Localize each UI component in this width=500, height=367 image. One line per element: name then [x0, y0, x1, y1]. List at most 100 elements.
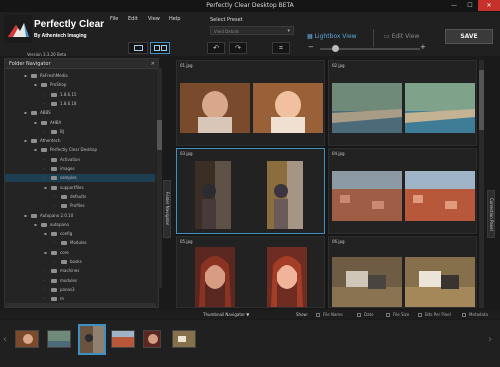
folder-label: autopano — [50, 221, 69, 227]
folder-tree-item[interactable]: · panos3 — [5, 286, 155, 294]
menu-view[interactable]: View — [148, 16, 160, 22]
folder-tree-item[interactable]: ▪ Athentech — [5, 137, 155, 145]
expand-icon[interactable]: · — [54, 202, 55, 210]
collapse-icon[interactable]: ▪ — [24, 212, 27, 220]
collapse-icon[interactable]: ▪ — [34, 146, 37, 154]
folder-tree-item[interactable]: · Modules — [5, 239, 155, 247]
expand-icon[interactable]: · — [44, 91, 45, 99]
strip-thumbnail[interactable] — [15, 330, 39, 348]
folder-tree-item[interactable]: ▪ ReFreshMedia — [5, 72, 155, 80]
folder-tree-item[interactable]: · 1.8.6.18 — [5, 100, 155, 108]
redo-button[interactable]: ↷ — [229, 42, 247, 54]
grid-cell[interactable]: 03.jpg — [176, 148, 325, 234]
expand-icon[interactable]: · — [44, 100, 45, 108]
close-icon[interactable]: ✕ — [151, 59, 155, 69]
folder-scrollbar[interactable] — [157, 68, 162, 288]
expand-icon[interactable]: · — [44, 156, 45, 164]
minimize-button[interactable]: — — [446, 0, 462, 11]
expand-icon[interactable]: · — [44, 286, 45, 294]
folder-tree-item[interactable]: ▪ config — [5, 230, 155, 238]
folder-tree-item[interactable]: · machines — [5, 267, 155, 275]
tab-lightbox-view[interactable]: ▦ Lightbox View — [307, 31, 369, 43]
folder-tree-item[interactable]: ▪ autopano — [5, 221, 155, 229]
folder-tree-item[interactable]: ▪ supportfiles — [5, 184, 155, 192]
folder-scroll-thumb[interactable] — [157, 120, 162, 150]
expand-icon[interactable]: · — [54, 258, 55, 266]
undo-button[interactable]: ↶ — [207, 42, 225, 54]
option-file-name[interactable]: File Name — [316, 312, 343, 317]
option-date[interactable]: Date — [357, 312, 374, 317]
compare-view-button[interactable] — [150, 42, 170, 54]
collapse-icon[interactable]: ▪ — [34, 81, 37, 89]
expand-icon[interactable]: · — [44, 128, 45, 136]
collapse-icon[interactable]: ▪ — [34, 119, 37, 127]
grid-cell[interactable]: 04.jpg — [328, 148, 477, 234]
strip-thumbnail[interactable] — [143, 330, 161, 348]
grid-scrollbar[interactable] — [479, 60, 484, 308]
folder-tree-item[interactable]: ▪ AHBA — [5, 119, 155, 127]
expand-icon[interactable]: · — [44, 174, 45, 182]
zoom-in-icon[interactable]: + — [420, 43, 426, 51]
expand-icon[interactable]: · — [54, 239, 55, 247]
preset-select[interactable]: Vivid Details ▾ — [210, 26, 294, 35]
collapse-icon[interactable]: ▪ — [24, 137, 27, 145]
option-bits-per-pixel[interactable]: Bits Per Pixel — [418, 312, 451, 317]
folder-hscrollbar[interactable] — [6, 303, 156, 307]
strip-next-icon[interactable]: › — [488, 334, 492, 345]
expand-icon[interactable]: · — [44, 295, 45, 303]
folder-tree-item[interactable]: · 1.8.6.15 — [5, 91, 155, 99]
folder-tree-item[interactable]: · books — [5, 258, 155, 266]
maximize-button[interactable]: ☐ — [462, 0, 478, 11]
folder-tree-item[interactable]: · defaults — [5, 193, 155, 201]
folder-tree-item[interactable]: · BJ — [5, 128, 155, 136]
folder-tree-item[interactable]: · samples — [5, 174, 155, 183]
folder-tree-item[interactable]: ▪ core — [5, 249, 155, 257]
expand-icon[interactable]: · — [44, 277, 45, 285]
logo-icon — [4, 15, 32, 43]
collapse-icon[interactable]: ▪ — [44, 184, 47, 192]
folder-tree-item[interactable]: ▪ ABBS — [5, 109, 155, 117]
menu-file[interactable]: File — [110, 16, 118, 22]
collapse-icon[interactable]: ▪ — [24, 72, 27, 80]
strip-thumbnail-current[interactable] — [78, 324, 106, 355]
strip-thumbnail[interactable] — [47, 330, 71, 348]
strip-thumbnail[interactable] — [172, 330, 196, 348]
expand-icon[interactable]: · — [44, 165, 45, 173]
folder-tree-item[interactable]: · Profiles — [5, 202, 155, 210]
grid-cell[interactable]: 06.jpg — [328, 236, 477, 308]
menu-edit[interactable]: Edit — [128, 16, 138, 22]
expand-icon[interactable]: · — [54, 193, 55, 201]
folder-tree-item[interactable]: ▪ ProShop — [5, 81, 155, 89]
single-view-button[interactable] — [128, 42, 148, 54]
collapse-icon[interactable]: ▪ — [34, 221, 37, 229]
folder-tree-item[interactable]: ▪ Autopano 2.0.10 — [5, 212, 155, 220]
save-button[interactable]: SAVE — [445, 29, 493, 44]
collapse-icon[interactable]: ▪ — [44, 249, 47, 257]
grid-cell[interactable]: 02.jpg — [328, 60, 477, 146]
folder-navigator-tab[interactable]: Folder Navigator — [163, 180, 171, 238]
thumbnail-navigator-toggle[interactable]: Thumbnail Navigator ▼ — [203, 312, 249, 317]
folder-tree-item[interactable]: · images — [5, 165, 155, 173]
folder-icon — [51, 101, 57, 106]
folder-tree-item[interactable]: · m — [5, 295, 155, 303]
collapse-icon[interactable]: ▪ — [44, 230, 47, 238]
expand-icon[interactable]: · — [44, 267, 45, 275]
zoom-slider-handle[interactable] — [331, 45, 339, 52]
strip-prev-icon[interactable]: ‹ — [3, 334, 7, 345]
strip-thumbnail[interactable] — [111, 330, 135, 348]
option-metadata[interactable]: Metadata — [462, 312, 488, 317]
folder-tree-item[interactable]: · modules — [5, 277, 155, 285]
menu-help[interactable]: Help — [169, 16, 180, 22]
crop-button[interactable]: ⌗ — [272, 42, 290, 54]
folder-tree-item[interactable]: · Activation — [5, 156, 155, 164]
grid-scroll-thumb[interactable] — [479, 70, 484, 130]
folder-tree-item[interactable]: ▪ Perfectly Clear Desktop — [5, 146, 155, 154]
zoom-out-icon[interactable]: − — [308, 43, 314, 51]
close-button[interactable]: ✕ — [478, 0, 500, 11]
option-file-size[interactable]: File Size — [386, 312, 409, 317]
correction-panel-tab[interactable]: Correction Panel — [487, 190, 495, 238]
grid-cell[interactable]: 05.jpg — [176, 236, 325, 308]
collapse-icon[interactable]: ▪ — [24, 109, 27, 117]
grid-cell[interactable]: 01.jpg — [176, 60, 325, 146]
tab-edit-view[interactable]: ▭ Edit View — [384, 31, 434, 43]
